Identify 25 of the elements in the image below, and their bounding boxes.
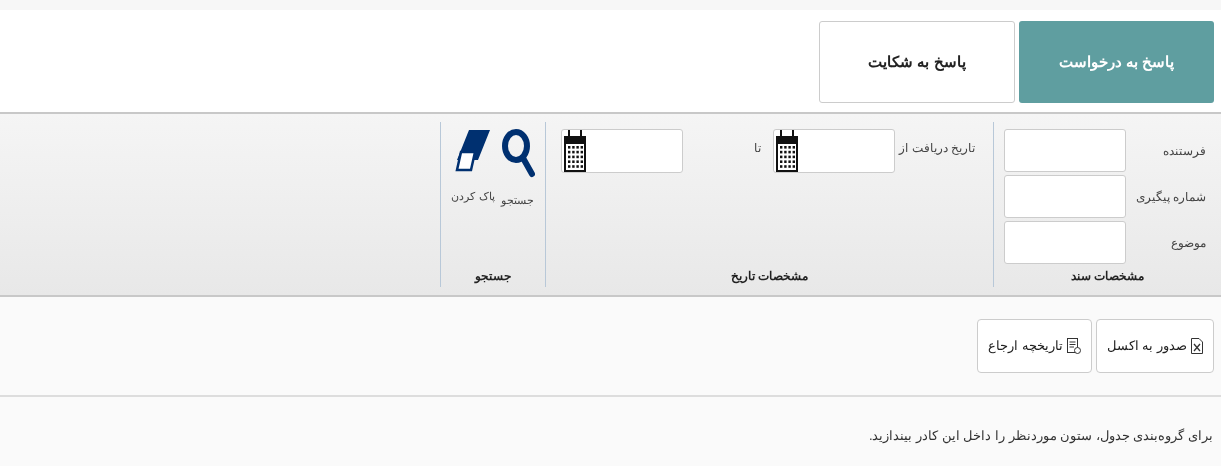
eraser-icon <box>455 128 491 174</box>
toolbar-button[interactable]: تاریخچه ارجاع <box>977 319 1092 373</box>
tab[interactable]: پاسخ به شکایت <box>819 21 1015 103</box>
calendar-icon[interactable] <box>564 130 586 172</box>
ribbon-button[interactable]: پاک کردن <box>451 128 495 267</box>
field-label: موضوع <box>1170 234 1206 252</box>
field-label: تا <box>753 140 762 157</box>
calendar-icon[interactable] <box>776 130 798 172</box>
field-label: فرستنده <box>1162 142 1206 160</box>
search-icon <box>500 128 535 178</box>
input-field[interactable] <box>1004 221 1126 264</box>
document-clock-icon <box>1066 338 1081 354</box>
date-field[interactable] <box>561 129 683 173</box>
group-title: مشخصات سند <box>1069 268 1146 285</box>
ribbon-button[interactable]: جستجو <box>500 128 535 267</box>
field-label: شماره پیگیری <box>1136 188 1206 206</box>
input-field[interactable] <box>1004 129 1126 172</box>
toolbar-button[interactable]: صدور به اکسل <box>1095 319 1214 373</box>
date-field[interactable] <box>773 129 895 173</box>
group-title: جستجو <box>473 268 512 286</box>
field-label: تاریخ دریافت از <box>897 140 975 157</box>
input-field[interactable] <box>1004 175 1126 218</box>
group-by-hint: برای گروه‌بندی جدول، ستون موردنظر را داخل این کادر بیندازید. <box>868 428 1213 443</box>
group-title: مشخصات تاریخ <box>729 268 810 286</box>
excel-file-icon <box>1191 338 1203 354</box>
